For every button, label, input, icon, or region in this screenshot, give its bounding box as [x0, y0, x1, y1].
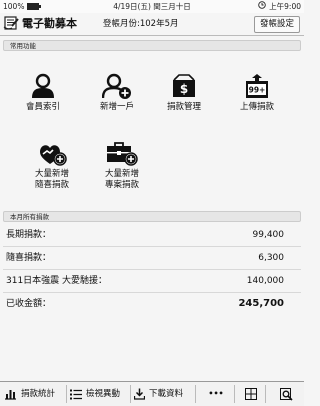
summary-row-value: 99,400 [252, 230, 285, 240]
bulk-add-casual-icon [40, 145, 67, 166]
grid-icon [245, 388, 257, 400]
posting-month: 登帳月份:102年5月 [103, 19, 179, 29]
donation-manage-button[interactable]: $ 捐款管理 [152, 73, 216, 113]
common-functions-header: 常用功能 [3, 40, 301, 51]
donation-summary: 長期捐款： 99,400 隨喜捐款： 6,300 311日本強震 大愛馳援： 1… [3, 224, 301, 315]
bulk-add-project-label-line2: 專案捐款 [104, 180, 139, 190]
review-changes-button[interactable]: 檢視異動 [70, 382, 130, 406]
bottom-toolbar: 捐款統計 檢視異動 下載資料 ••• [0, 381, 304, 406]
donation-stats-label: 捐款統計 [21, 389, 56, 399]
toolbar-divider [265, 385, 266, 403]
review-changes-label: 檢視異動 [86, 389, 121, 399]
summary-row-value: 6,300 [258, 253, 284, 263]
summary-row: 長期捐款： 99,400 [3, 224, 301, 247]
summary-row: 隨喜捐款： 6,300 [3, 247, 301, 270]
bulk-add-casual-label-line2: 隨喜捐款 [34, 180, 69, 190]
add-household-icon [102, 73, 131, 99]
settings-button[interactable]: 發帳設定 [253, 16, 300, 33]
download-data-label: 下載資料 [149, 389, 184, 399]
upload-donation-icon: 99+ [246, 74, 268, 98]
toolbar-divider [234, 385, 235, 403]
download-icon [134, 388, 145, 400]
add-household-label: 新增一戶 [99, 102, 134, 112]
bulk-add-casual-button[interactable]: 大量新增 隨喜捐款 [20, 140, 84, 191]
bulk-add-project-icon [107, 142, 138, 166]
bulk-add-casual-label: 大量新增 隨喜捐款 [20, 169, 84, 191]
summary-row: 311日本強震 大愛馳援： 140,000 [3, 270, 301, 293]
download-data-button[interactable]: 下載資料 [134, 382, 194, 406]
more-menu-button[interactable]: ••• [200, 382, 232, 406]
bar-chart-icon [5, 390, 16, 400]
bulk-add-project-label: 大量新增 專案捐款 [90, 169, 154, 191]
upload-donation-button[interactable]: 99+ 上傳捐款 [225, 73, 289, 113]
toolbar-divider [66, 385, 67, 403]
summary-row-label: 311日本強震 大愛馳援： [6, 276, 108, 286]
donation-manage-label: 捐款管理 [166, 102, 201, 112]
svg-text:$: $ [180, 82, 188, 96]
summary-total-row: 已收金額： 245,700 [3, 293, 301, 315]
total-label: 已收金額： [6, 299, 52, 309]
status-bar: 100% 4/19日(五) 閏三月十日 上午9:00 [0, 0, 304, 13]
add-household-button[interactable]: 新增一戶 [85, 73, 149, 113]
summary-row-label: 隨喜捐款： [6, 253, 52, 263]
donation-stats-button[interactable]: 捐款統計 [4, 382, 64, 406]
search-icon [279, 387, 293, 401]
upload-donation-label: 上傳捐款 [239, 102, 274, 112]
toolbar-divider [195, 385, 196, 403]
clock-icon [258, 0, 266, 13]
bulk-add-casual-label-line1: 大量新增 [34, 169, 69, 179]
total-value: 245,700 [238, 298, 284, 309]
member-index-button[interactable]: 會員索引 [11, 73, 75, 113]
bulk-add-project-label-line1: 大量新增 [104, 169, 139, 179]
status-clock: 上午9:00 [258, 0, 301, 13]
donation-manage-icon: $ [173, 74, 195, 97]
app-logo-icon [3, 15, 19, 31]
title-bar: 電子勸募本 登帳月份:102年5月 發帳設定 [0, 13, 304, 36]
bulk-add-project-button[interactable]: 大量新增 專案捐款 [90, 140, 154, 191]
summary-row-value: 140,000 [246, 276, 284, 286]
search-button[interactable] [274, 382, 298, 406]
monthly-donations-header: 本月所有捐款 [3, 211, 301, 222]
member-index-icon [32, 73, 54, 98]
status-time: 上午9:00 [269, 2, 301, 11]
grid-view-button[interactable] [240, 382, 262, 406]
member-index-label: 會員索引 [25, 102, 60, 112]
list-icon [70, 389, 82, 399]
app-title: 電子勸募本 [22, 17, 77, 30]
upload-count-badge: 99+ [249, 86, 266, 95]
toolbar-divider [130, 385, 131, 403]
summary-row-label: 長期捐款： [6, 230, 52, 240]
